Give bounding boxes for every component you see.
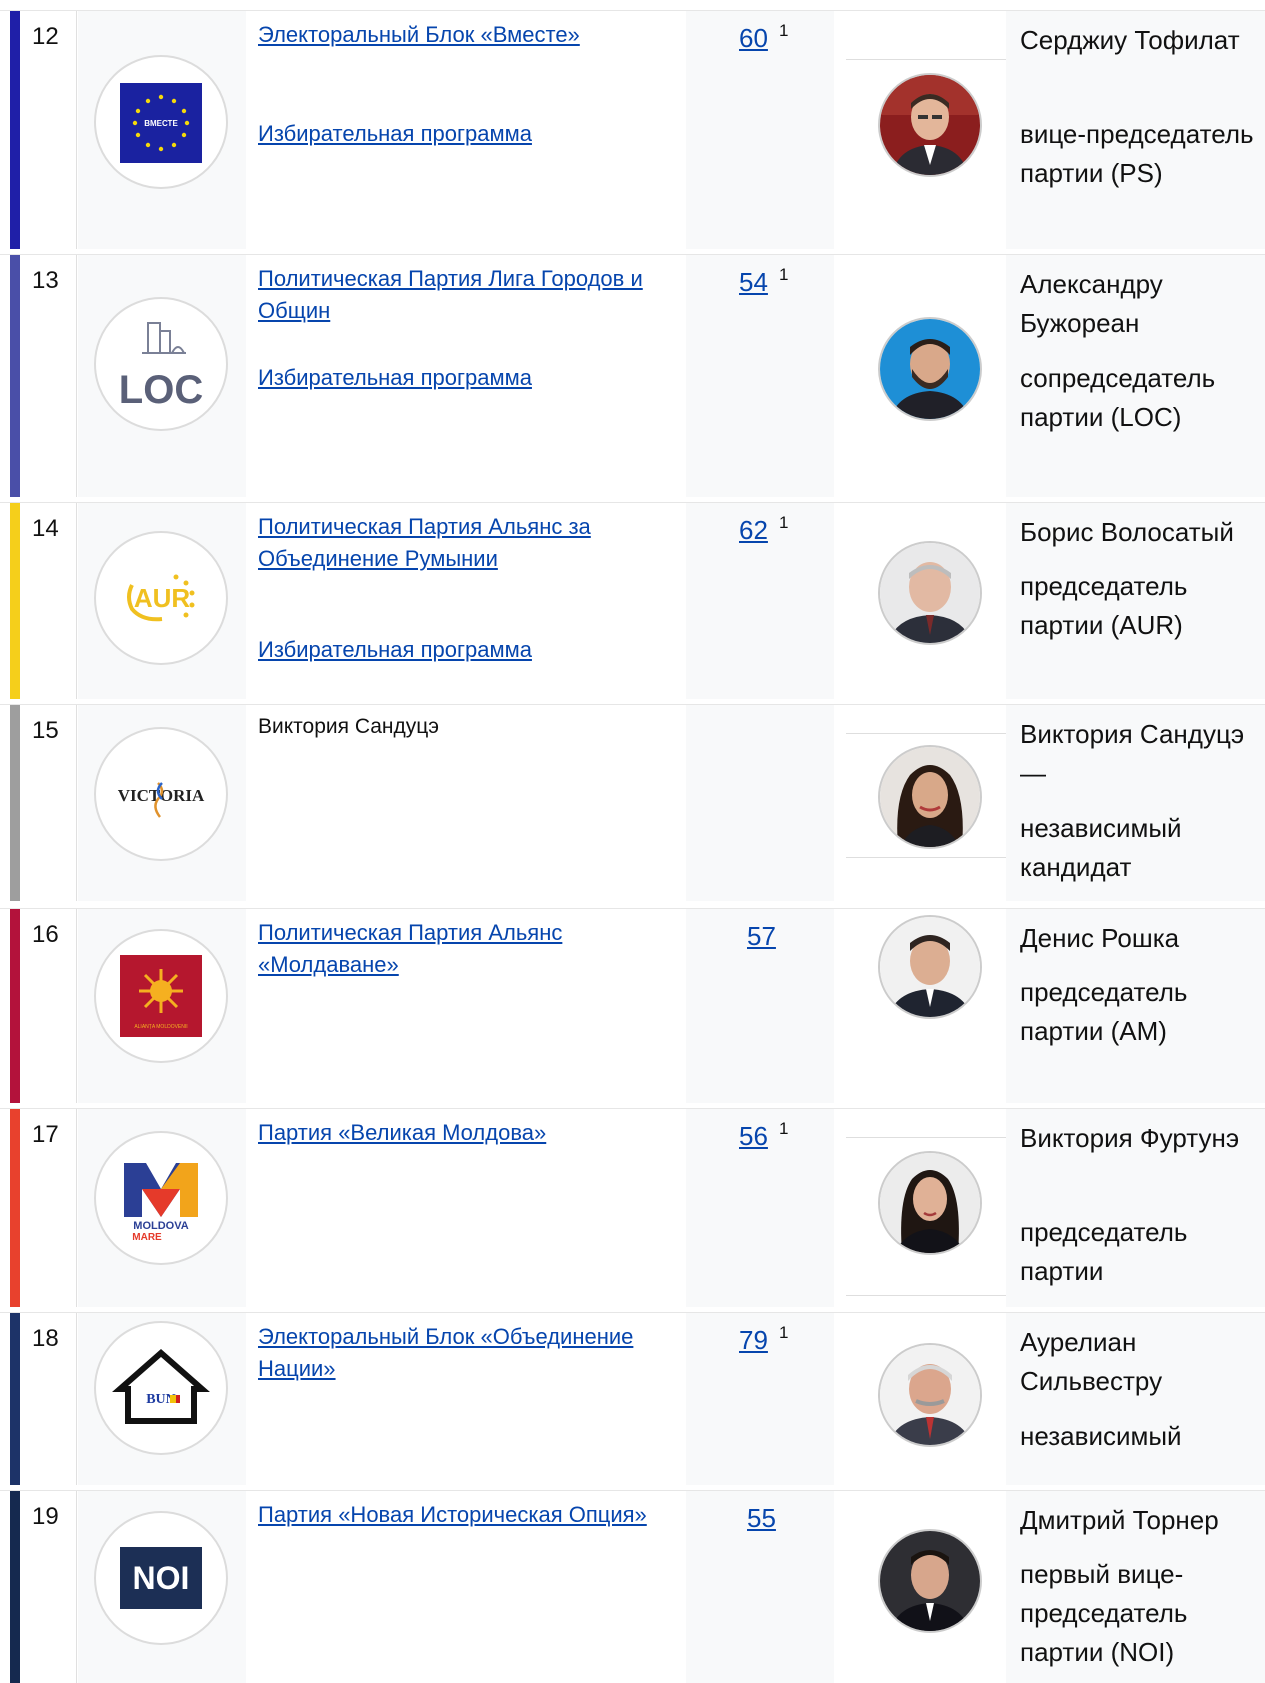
party-link[interactable]: Электоральный Блок «Объединение Нации» [258, 1321, 670, 1385]
leader-name: Виктория Сандуцэ — [1020, 719, 1245, 788]
party-logo: MOLDOVA MARE [94, 1131, 228, 1265]
leader-name: Борис Волосатый [1020, 517, 1234, 547]
party-color-stripe [10, 1109, 20, 1307]
divider [846, 1137, 1022, 1138]
logo-caption: ВМЕСТЕ [144, 119, 178, 128]
row-number: 18 [32, 1325, 59, 1352]
logo-caption: MOLDOVA [133, 1220, 188, 1232]
seats-link[interactable]: 55 [747, 1503, 776, 1534]
seats-link[interactable]: 57 [747, 921, 776, 952]
party-logo: VICTORIA [94, 727, 228, 861]
party-color-stripe [10, 705, 20, 901]
leader-photo [878, 1529, 982, 1633]
leader-photo [878, 915, 982, 1019]
party-logo: NOI [94, 1511, 228, 1645]
leader-name: Александру Бужореан [1020, 269, 1163, 338]
party-color-stripe [10, 255, 20, 497]
program-link[interactable]: Избирательная программа [258, 121, 532, 147]
party-name: Виктория Сандуцэ [258, 715, 440, 738]
row-number: 14 [32, 515, 59, 542]
row-number: 16 [32, 921, 59, 948]
divider [846, 59, 1022, 60]
leader-name: Дмитрий Торнер [1020, 1505, 1219, 1535]
leader-name: Виктория Фуртунэ [1020, 1123, 1240, 1153]
footnote-ref[interactable]: 1 [779, 1323, 788, 1343]
party-color-stripe [10, 909, 20, 1103]
leader-name: Серджиу Тофилат [1020, 25, 1240, 55]
program-link[interactable]: Избирательная программа [258, 637, 532, 663]
party-logo: LOC [94, 297, 228, 431]
footnote-ref[interactable]: 1 [779, 513, 788, 533]
logo-text: AUR [134, 583, 191, 613]
party-color-stripe [10, 1313, 20, 1485]
party-link[interactable]: Политическая Партия Альянс за Объединени… [258, 511, 670, 575]
table-row: 17 MOLDOVA MARE Партия «Великая Молдова»… [0, 1108, 1265, 1307]
table-row: 15 VICTORIA Виктория Сандуцэ Виктория Са… [0, 704, 1265, 901]
leader-name: Аурелиан Сильвестру [1020, 1327, 1163, 1396]
footnote-ref[interactable]: 1 [779, 265, 788, 285]
party-link[interactable]: Электоральный Блок «Вместе» [258, 19, 670, 51]
leader-photo [878, 541, 982, 645]
leader-photo [878, 1151, 982, 1255]
divider [846, 857, 1022, 858]
leader-role: председатель партии [1020, 1217, 1188, 1286]
seats-link[interactable]: 62 [739, 515, 768, 546]
footnote-ref[interactable]: 1 [779, 21, 788, 41]
party-link[interactable]: Партия «Великая Молдова» [258, 1117, 670, 1149]
leader-role: председатель партии (AM) [1020, 977, 1188, 1046]
party-link[interactable]: Партия «Новая Историческая Опция» [258, 1499, 670, 1531]
seats-link[interactable]: 79 [739, 1325, 768, 1356]
logo-caption: ALIANȚA MOLDOVENII [134, 1024, 187, 1030]
divider [846, 733, 1022, 734]
seats-link[interactable]: 56 [739, 1121, 768, 1152]
divider [846, 1295, 1022, 1296]
leader-photo [878, 745, 982, 849]
party-color-stripe [10, 11, 20, 249]
leader-role: сопредседатель партии (LOC) [1020, 363, 1216, 432]
leader-role: первый вице-председатель партии (NOI) [1020, 1559, 1188, 1667]
table-row: 13 LOC Политическая Партия Лига Городов … [0, 254, 1265, 497]
party-color-stripe [10, 503, 20, 699]
row-number: 15 [32, 717, 59, 744]
table-row: 16 ALIANȚA MOLDOVENII Политическая Парти… [0, 908, 1265, 1103]
row-number: 13 [32, 267, 59, 294]
party-logo: ALIANȚA MOLDOVENII [94, 929, 228, 1063]
table-row: 14 AUR Политическая Партия Альянс за Объ… [0, 502, 1265, 699]
logo-text: NOI [133, 1560, 190, 1596]
party-logo: BUN [94, 1321, 228, 1455]
row-number: 12 [32, 23, 59, 50]
row-number: 17 [32, 1121, 59, 1148]
party-logo: AUR [94, 531, 228, 665]
seats-link[interactable]: 54 [739, 267, 768, 298]
party-color-stripe [10, 1491, 20, 1683]
table-row: 18 BUN Электоральный Блок «Объединение Н… [0, 1312, 1265, 1485]
leader-name: Денис Рошка [1020, 923, 1180, 953]
table-row: 12 ВМЕСТЕ Электоральный Блок «Вместе» Из… [0, 10, 1265, 249]
seats-link[interactable]: 60 [739, 23, 768, 54]
party-logo: ВМЕСТЕ [94, 55, 228, 189]
leader-role: независимый [1020, 1421, 1182, 1451]
table-row: 19 NOI Партия «Новая Историческая Опция»… [0, 1490, 1265, 1683]
leader-role: председатель партии (AUR) [1020, 571, 1188, 640]
leader-role: независимый кандидат [1020, 813, 1182, 882]
leader-photo [878, 1343, 982, 1447]
leader-photo [878, 317, 982, 421]
row-number: 19 [32, 1503, 59, 1530]
party-link[interactable]: Политическая Партия Лига Городов и Общин [258, 263, 670, 327]
logo-caption: MARE [132, 1232, 162, 1243]
party-link[interactable]: Политическая Партия Альянс «Молдаване» [258, 917, 670, 981]
program-link[interactable]: Избирательная программа [258, 365, 532, 391]
logo-text: LOC [119, 368, 203, 412]
leader-role: вице-председатель партии (PS) [1020, 119, 1254, 188]
leader-photo [878, 73, 982, 177]
footnote-ref[interactable]: 1 [779, 1119, 788, 1139]
